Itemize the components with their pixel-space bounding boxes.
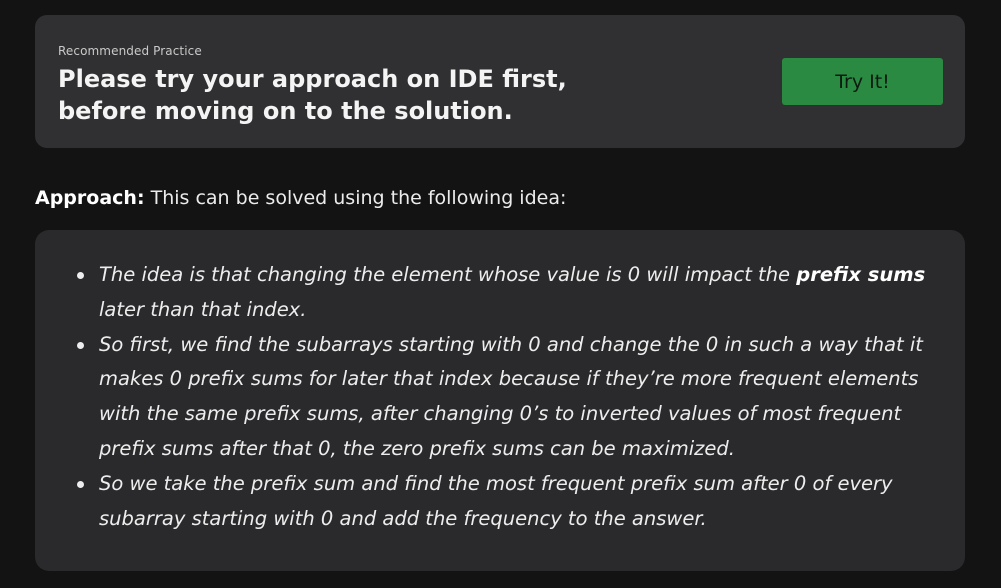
idea-item: So first, we find the subarrays starting… [77,328,934,467]
idea-text: later than that index. [99,297,307,321]
idea-text: So first, we find the subarrays starting… [99,332,923,460]
approach-label: Approach: [35,187,145,209]
idea-bold-text: prefix sums [796,263,926,286]
try-it-button[interactable]: Try It! [782,58,943,105]
bullet-icon [77,272,84,279]
idea-item: So we take the prefix sum and find the m… [77,467,934,537]
idea-item: The idea is that changing the element wh… [77,258,934,328]
practice-eyebrow: Recommended Practice [58,44,202,58]
idea-text: The idea is that changing the element wh… [99,263,797,286]
approach-line: Approach: This can be solved using the f… [35,184,566,212]
bullet-icon [77,480,84,488]
idea-list: The idea is that changing the element wh… [77,258,934,537]
recommended-practice-card: Recommended Practice Please try your app… [35,15,965,148]
idea-text: So we take the prefix sum and find the m… [99,471,893,530]
approach-idea-card: The idea is that changing the element wh… [35,230,965,571]
practice-heading: Please try your approach on IDE first, b… [58,65,567,125]
approach-text: This can be solved using the following i… [150,187,567,209]
bullet-icon [77,341,84,349]
